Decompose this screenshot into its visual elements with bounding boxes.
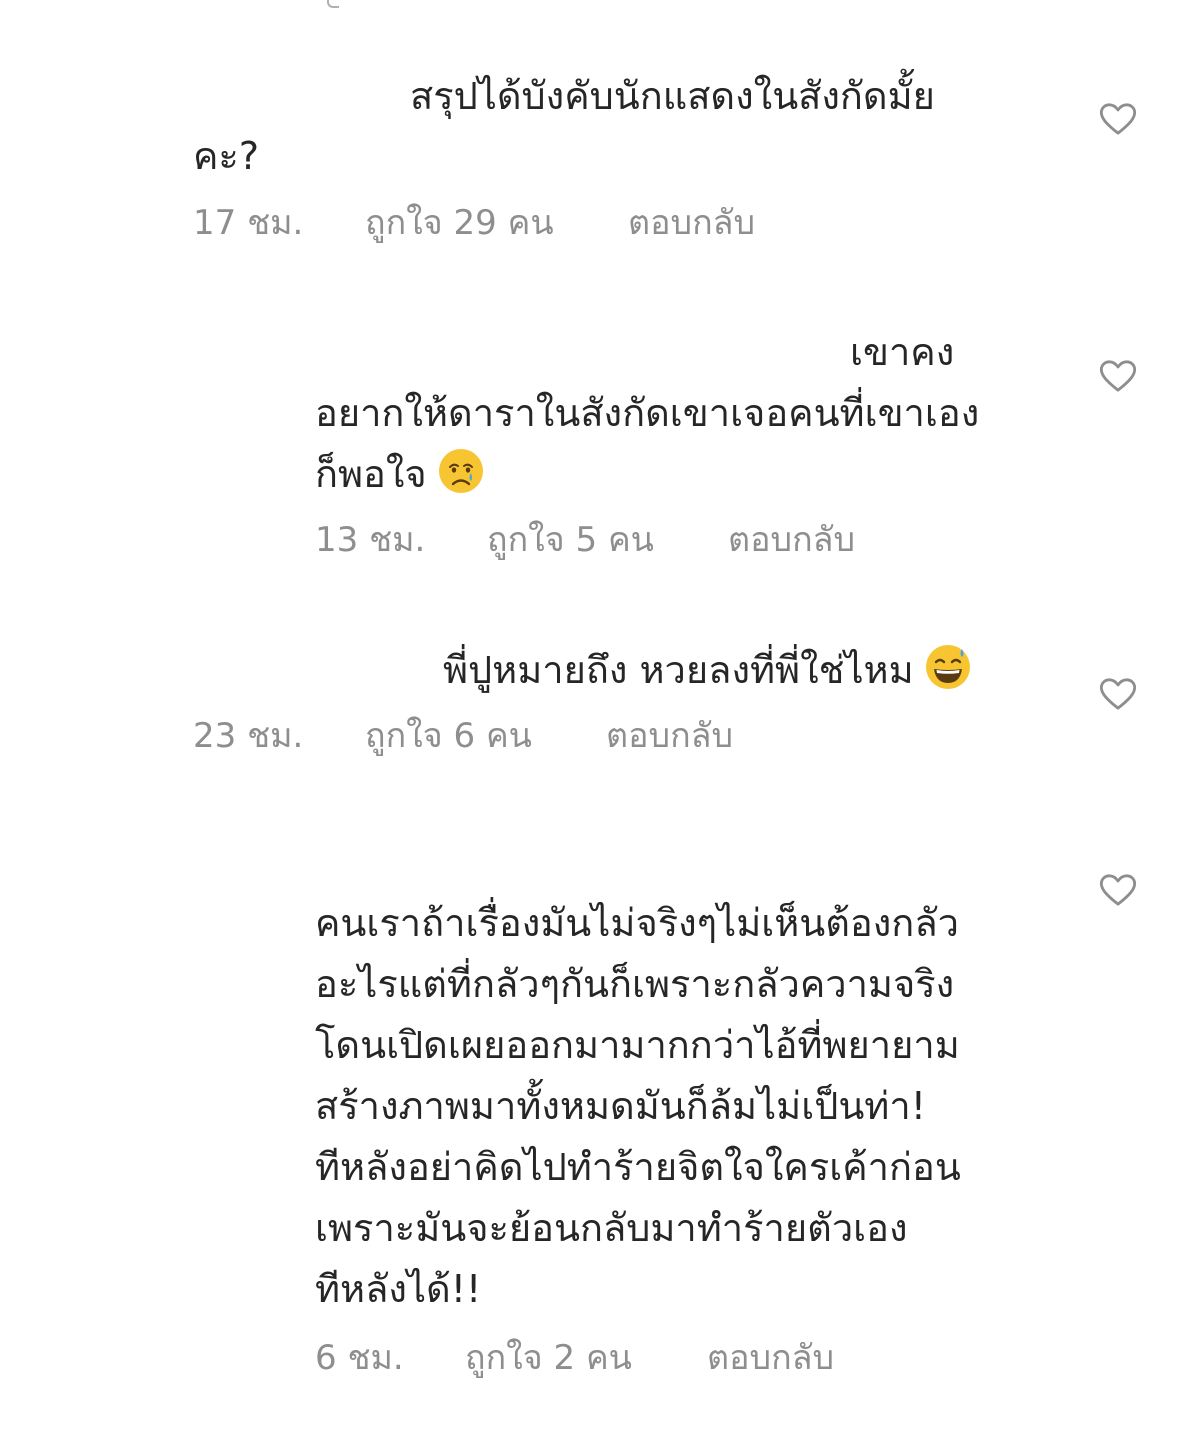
comment-text-line-with-emoji: ก็พอใจ [315, 444, 485, 505]
comment-timestamp: 17 ชม. [193, 203, 304, 243]
heart-outline-icon[interactable] [1098, 674, 1138, 714]
like-count-link[interactable]: ถูกใจ 29 คน [365, 203, 554, 243]
comment-text: ก็พอใจ [315, 452, 427, 496]
comment-timestamp: 6 ชม. [315, 1338, 404, 1378]
reply-button[interactable]: ตอบกลับ [628, 203, 755, 243]
crying-face-emoji [437, 447, 485, 495]
like-count-link[interactable]: ถูกใจ 2 คน [465, 1338, 632, 1378]
heart-outline-icon[interactable] [1098, 99, 1138, 139]
heart-outline-icon[interactable] [1098, 356, 1138, 396]
comment-text-line: คะ? [193, 134, 259, 178]
comment-text-line: ทีหลังอย่าคิดไปทำร้ายจิตใจใครเค้าก่อน [315, 1145, 961, 1189]
comment-text: พี่ปูหมายถึง หวยลงที่พี่ใช่ไหม [443, 648, 914, 692]
comment-text-line: สรุปได้บังคับนักแสดงในสังกัดมั้ย [410, 74, 935, 118]
grinning-sweat-emoji [924, 643, 972, 691]
comment-text-line: ทีหลังได้!! [315, 1267, 482, 1311]
reply-button[interactable]: ตอบกลับ [728, 520, 855, 560]
comment-text-line: อยากให้ดาราในสังกัดเขาเจอคนที่เขาเอง [315, 391, 980, 435]
cropped-text-fragment [327, 0, 339, 8]
reply-button[interactable]: ตอบกลับ [707, 1338, 834, 1378]
comment-timestamp: 13 ชม. [315, 520, 426, 560]
comment-text-line: เพราะมันจะย้อนกลับมาทำร้ายตัวเอง [315, 1206, 908, 1250]
like-count-link[interactable]: ถูกใจ 6 คน [365, 716, 532, 756]
comment-timestamp: 23 ชม. [193, 716, 304, 756]
comment-text-line: อะไรแต่ที่กลัวๆกันก็เพราะกลัวความจริง [315, 962, 955, 1006]
heart-outline-icon[interactable] [1098, 870, 1138, 910]
comment-text-line: สร้างภาพมาทั้งหมดมันก็ล้มไม่เป็นท่า! [315, 1084, 926, 1128]
comment-text-line: โดนเปิดเผยออกมามากกว่าไอ้ที่พยายาม [315, 1023, 960, 1067]
reply-button[interactable]: ตอบกลับ [606, 716, 733, 756]
comment-text-line: เขาคง [850, 330, 955, 374]
comment-text-line: คนเราถ้าเรื่องมันไม่จริงๆไม่เห็นต้องกลัว [315, 901, 959, 945]
like-count-link[interactable]: ถูกใจ 5 คน [487, 520, 654, 560]
comment-text-line-with-emoji: พี่ปูหมายถึง หวยลงที่พี่ใช่ไหม [443, 640, 972, 701]
